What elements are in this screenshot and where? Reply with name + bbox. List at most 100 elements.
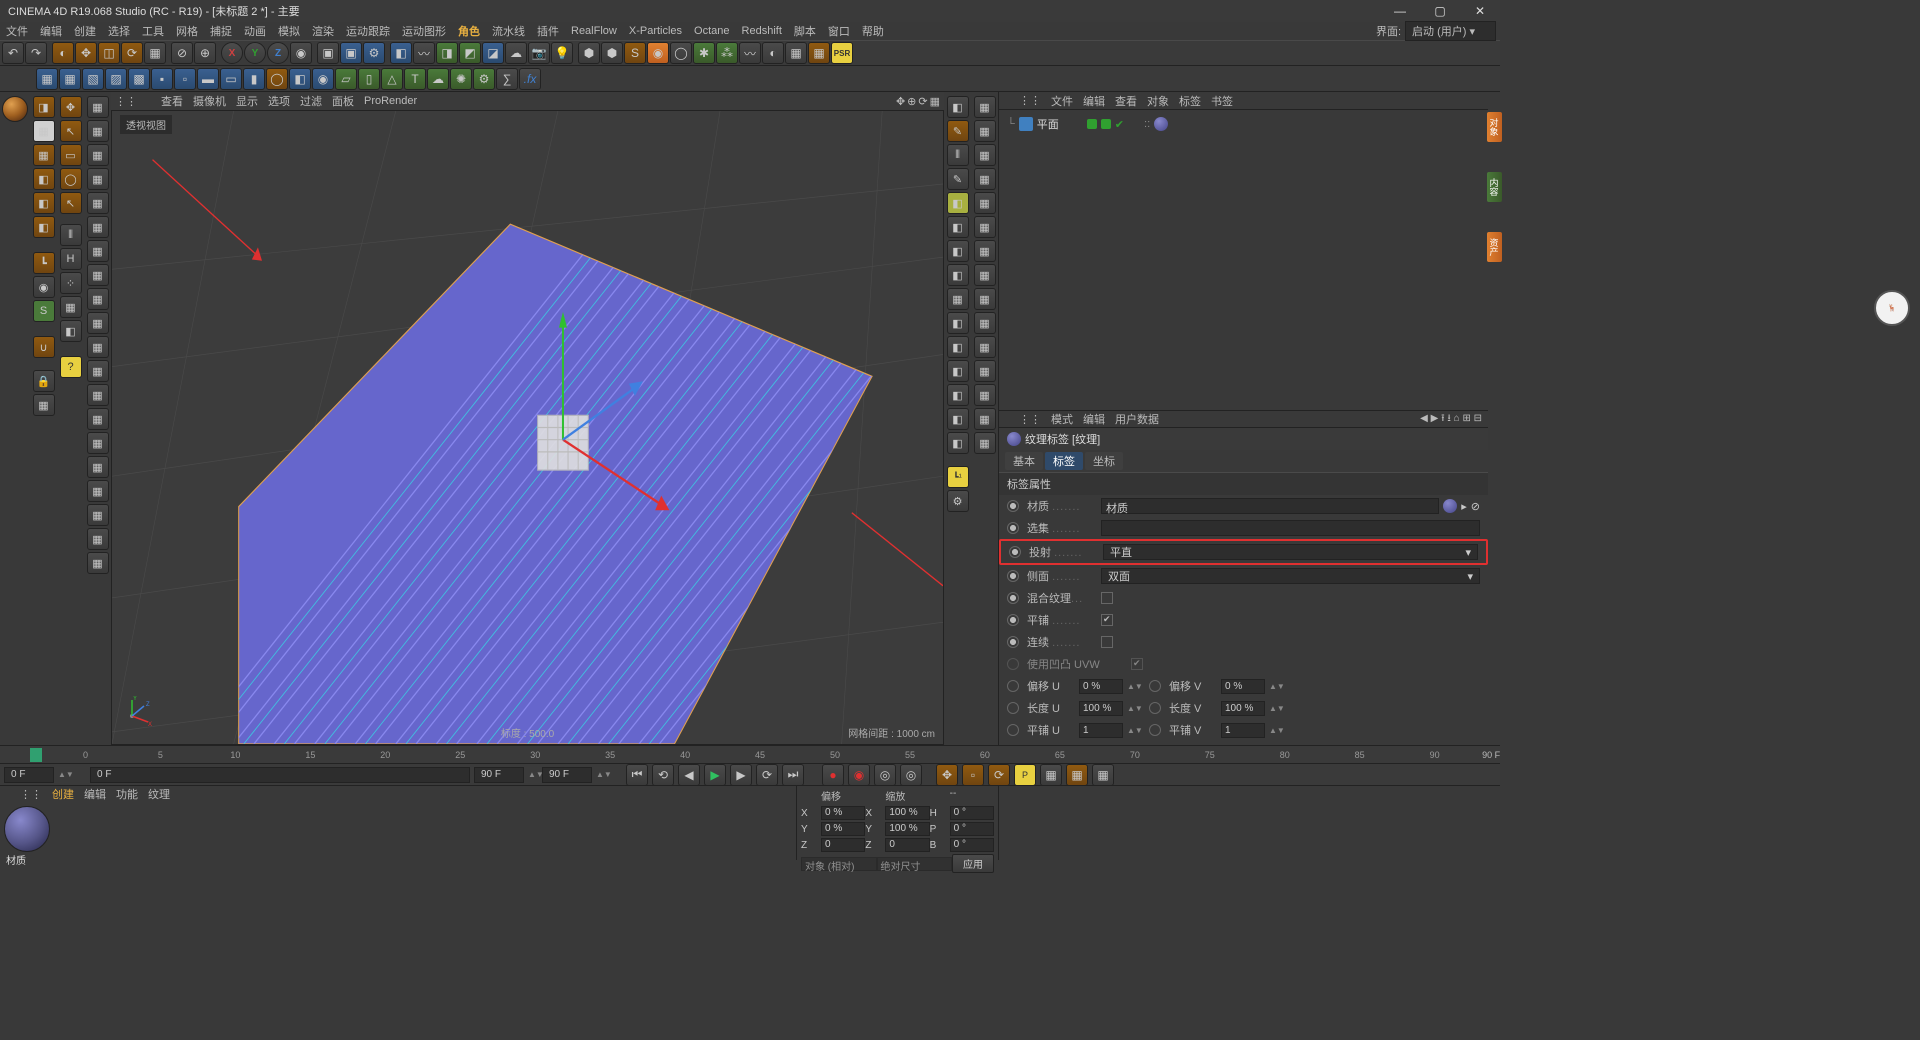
rt-a-1[interactable]: ◧ [947,96,969,118]
offset-v-radio[interactable] [1149,680,1161,692]
coord-apply-button[interactable]: 应用 [952,854,994,873]
make-editable-button[interactable]: ◨ [33,96,55,118]
am-nav-icons[interactable]: ◀ ▶ ⭱ ⭳ ⌂ ⊞ ⊟ [1420,411,1482,428]
add-cube-button[interactable]: ◧ [390,42,412,64]
psr-rot-button[interactable]: ⟳ [988,764,1010,786]
total-frames-field[interactable]: 90 F [542,767,592,783]
record-button[interactable]: ● [822,764,844,786]
palette-4[interactable]: ▦ [87,168,109,190]
menu-realflow[interactable]: RealFlow [571,25,617,37]
plugin-button-4[interactable]: 〰 [739,42,761,64]
mg-voronoi-icon[interactable]: ▨ [105,68,127,90]
coord-object-mode[interactable]: 对象 (相对) [801,857,877,871]
vp-menu-view[interactable]: 查看 [161,93,183,109]
plugin-button-7[interactable]: ▦ [808,42,830,64]
help-icon[interactable]: ? [60,356,82,378]
vp-menu-cameras[interactable]: 摄像机 [193,93,226,109]
gear-effector-icon[interactable]: ⚙ [473,68,495,90]
tiles-u-radio[interactable] [1007,724,1019,736]
tile-radio[interactable] [1007,614,1019,626]
step-back-button[interactable]: ◀ [678,764,700,786]
mg-spline-icon[interactable]: ▬ [197,68,219,90]
menu-plugins[interactable]: 插件 [537,23,559,39]
menu-select[interactable]: 选择 [108,23,130,39]
rt-a-12[interactable]: ◧ [947,360,969,382]
range-end-field[interactable]: 90 F [474,767,524,783]
menu-edit[interactable]: 编辑 [40,23,62,39]
rt-b-9[interactable]: ▦ [974,288,996,310]
menu-simulate[interactable]: 模拟 [278,23,300,39]
rt-b-4[interactable]: ▦ [974,168,996,190]
side-tab-1[interactable]: 对象 [1487,112,1502,142]
rt-a-8[interactable]: ◧ [947,264,969,286]
maximize-button[interactable]: ▢ [1420,0,1460,22]
visibility-editor-dot[interactable] [1087,119,1097,129]
coord-x-scale[interactable]: 100 % [885,806,929,820]
rt-a-5[interactable]: ◧ [947,192,969,214]
plugin-button-6[interactable]: ▦ [785,42,807,64]
menu-tools[interactable]: 工具 [142,23,164,39]
palette-20[interactable]: ▦ [87,552,109,574]
mm-function[interactable]: 功能 [116,786,138,802]
lasso-icon[interactable]: ◯ [60,168,82,190]
menu-help[interactable]: 帮助 [862,23,884,39]
xp-icon[interactable]: ✱ [693,42,715,64]
rotate-tool-button[interactable]: ⟳ [121,42,143,64]
close-window-button[interactable]: ✕ [1460,0,1500,22]
material-radio[interactable] [1007,500,1019,512]
palette-12[interactable]: ▦ [87,360,109,382]
rt-a-14[interactable]: ◧ [947,408,969,430]
menu-pipeline[interactable]: 流水线 [492,23,525,39]
hierarchy-icon[interactable]: H [60,248,82,270]
offset-u-radio[interactable] [1007,680,1019,692]
step-fwd-button[interactable]: ▶ [730,764,752,786]
add-environment-button[interactable]: ☁ [505,42,527,64]
plugin-button-3[interactable]: ◯ [670,42,692,64]
menu-octane[interactable]: Octane [694,25,729,37]
vp-menu-panel[interactable]: 面板 [332,93,354,109]
viewport[interactable]: 透视视图 [111,110,944,745]
add-deformer-button[interactable]: ◪ [482,42,504,64]
palette-2[interactable]: ▦ [87,120,109,142]
tiles-v-field[interactable]: 1 [1221,723,1265,738]
menu-file[interactable]: 文件 [6,23,28,39]
vp-menu-options[interactable]: 选项 [268,93,290,109]
rt-b-13[interactable]: ▦ [974,384,996,406]
rt-b-11[interactable]: ▦ [974,336,996,358]
palette-18[interactable]: ▦ [87,504,109,526]
palette-14[interactable]: ▦ [87,408,109,430]
fx-icon[interactable]: .fx [519,68,541,90]
octane-icon[interactable]: ◉ [647,42,669,64]
side-tab-3[interactable]: 资产 [1487,232,1502,262]
autokey-button[interactable]: ◉ [848,764,870,786]
texture-tag-icon[interactable] [1154,117,1168,131]
go-start-button[interactable]: ⏮ [626,764,648,786]
xp-icon-2[interactable]: ⁂ [716,42,738,64]
go-end-button[interactable]: ⏭ [782,764,804,786]
length-v-radio[interactable] [1149,702,1161,714]
palette-8[interactable]: ▦ [87,264,109,286]
psr-param-button[interactable]: P [1014,764,1036,786]
material-field[interactable]: 材质 [1101,498,1439,514]
rt-b-7[interactable]: ▦ [974,240,996,262]
snap-poly-icon[interactable]: ◧ [60,320,82,342]
material-swatch[interactable] [4,806,50,852]
mix-radio[interactable] [1007,592,1019,604]
om-menu-tags[interactable]: 标签 [1179,93,1201,109]
om-menu-objects[interactable]: 对象 [1147,93,1169,109]
redo-button[interactable]: ↷ [25,42,47,64]
move-icon[interactable]: ✥ [60,96,82,118]
palette-15[interactable]: ▦ [87,432,109,454]
move-tool-button[interactable]: ✥ [75,42,97,64]
prim-cylinder-icon[interactable]: ▯ [358,68,380,90]
plugin-button-1[interactable]: ⬢ [578,42,600,64]
lock-x-button[interactable]: ⊘ [171,42,193,64]
snap-edge-icon[interactable]: ▦ [60,296,82,318]
tab-basic[interactable]: 基本 [1005,452,1043,470]
selection-field[interactable] [1101,520,1480,536]
explosion-icon[interactable]: ✺ [450,68,472,90]
rt-a-11[interactable]: ◧ [947,336,969,358]
visibility-render-dot[interactable] [1101,119,1111,129]
render-settings-button[interactable]: ⚙ [363,42,385,64]
prev-key-button[interactable]: ⟲ [652,764,674,786]
